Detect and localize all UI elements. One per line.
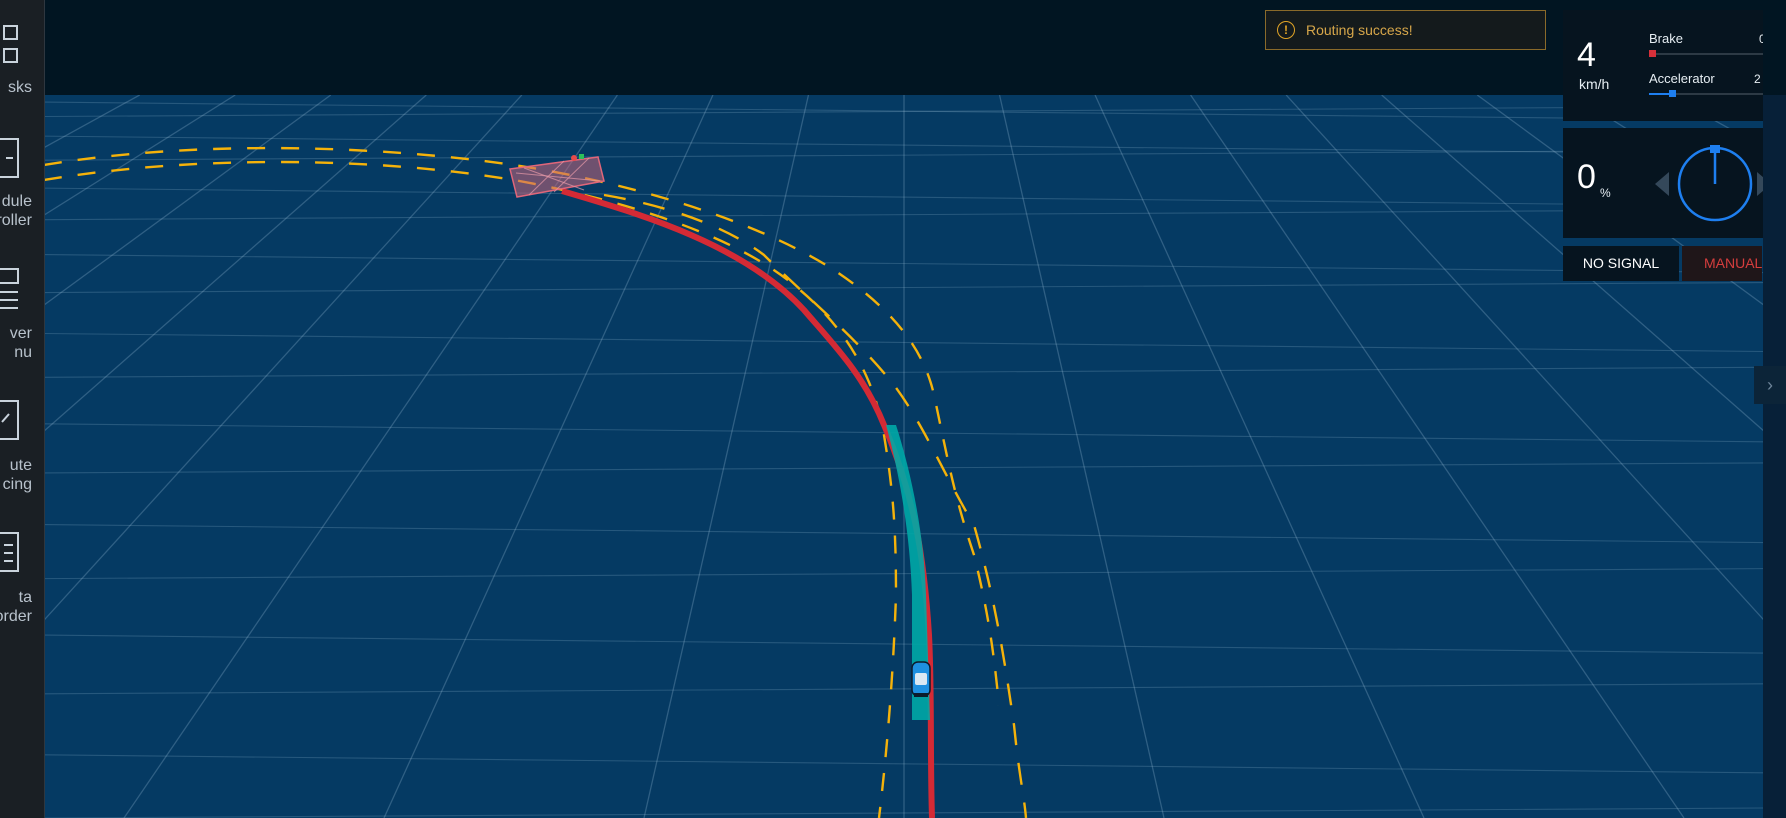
- sidebar-item-label: ver: [9, 325, 32, 342]
- accelerator-bar-knob: [1668, 90, 1676, 97]
- data-recorder-icon: [0, 532, 22, 579]
- accelerator-value: 2: [1754, 72, 1761, 86]
- speed-value: 4: [1577, 36, 1596, 74]
- sidebar-item-layer-menu[interactable]: ver nu: [0, 262, 44, 367]
- brake-label: Brake: [1649, 31, 1683, 46]
- right-edge-top: [1763, 0, 1786, 95]
- sidebar-item-label: dule: [1, 193, 32, 210]
- signal-status: NO SIGNAL: [1563, 246, 1679, 281]
- sidebar: sks dule roller ver nu ute cing ta order: [0, 0, 45, 818]
- sidebar-item-label: roller: [0, 212, 32, 229]
- notification-text: Routing success!: [1306, 22, 1413, 38]
- sidebar-item-tasks[interactable]: sks: [0, 20, 44, 100]
- sidebar-item-module-controller[interactable]: dule roller: [0, 130, 44, 235]
- sidebar-item-label: ta: [18, 589, 32, 606]
- brake-bar: [1649, 50, 1763, 57]
- brake-bar-knob: [1649, 50, 1656, 57]
- ego-car: [911, 661, 931, 697]
- accelerator-label: Accelerator: [1649, 71, 1715, 86]
- speed-panel: 4 km/h Brake 0 Accelerator 2: [1563, 10, 1766, 121]
- steering-wheel-icon: [1676, 145, 1754, 228]
- chevron-right-icon[interactable]: ›: [1754, 366, 1786, 404]
- layer-menu-icon: [0, 268, 22, 317]
- sidebar-item-label: sks: [8, 79, 32, 96]
- tasks-icon: [3, 25, 19, 70]
- steering-value: 0: [1577, 158, 1596, 196]
- warning-icon: !: [1277, 21, 1295, 39]
- sidebar-item-label: cing: [2, 476, 32, 493]
- steering-unit: %: [1600, 186, 1611, 200]
- sidebar-item-data-recorder[interactable]: ta order: [0, 526, 44, 631]
- speed-unit: km/h: [1579, 76, 1610, 92]
- sidebar-item-label: order: [0, 608, 32, 625]
- sidebar-item-route-editing[interactable]: ute cing: [0, 394, 44, 499]
- scene-view[interactable]: [44, 95, 1763, 818]
- driving-mode-button[interactable]: MANUAL: [1682, 246, 1762, 281]
- sidebar-item-label: nu: [14, 344, 32, 361]
- routing-notification: ! Routing success!: [1265, 10, 1546, 50]
- sidebar-item-label: ute: [9, 457, 32, 474]
- module-controller-icon: [0, 138, 22, 185]
- right-edge-strip: [1763, 95, 1786, 818]
- accelerator-bar: [1649, 90, 1763, 97]
- steering-panel: 0 %: [1563, 128, 1771, 238]
- turn-left-icon: [1655, 172, 1669, 201]
- route-editing-icon: [0, 400, 22, 447]
